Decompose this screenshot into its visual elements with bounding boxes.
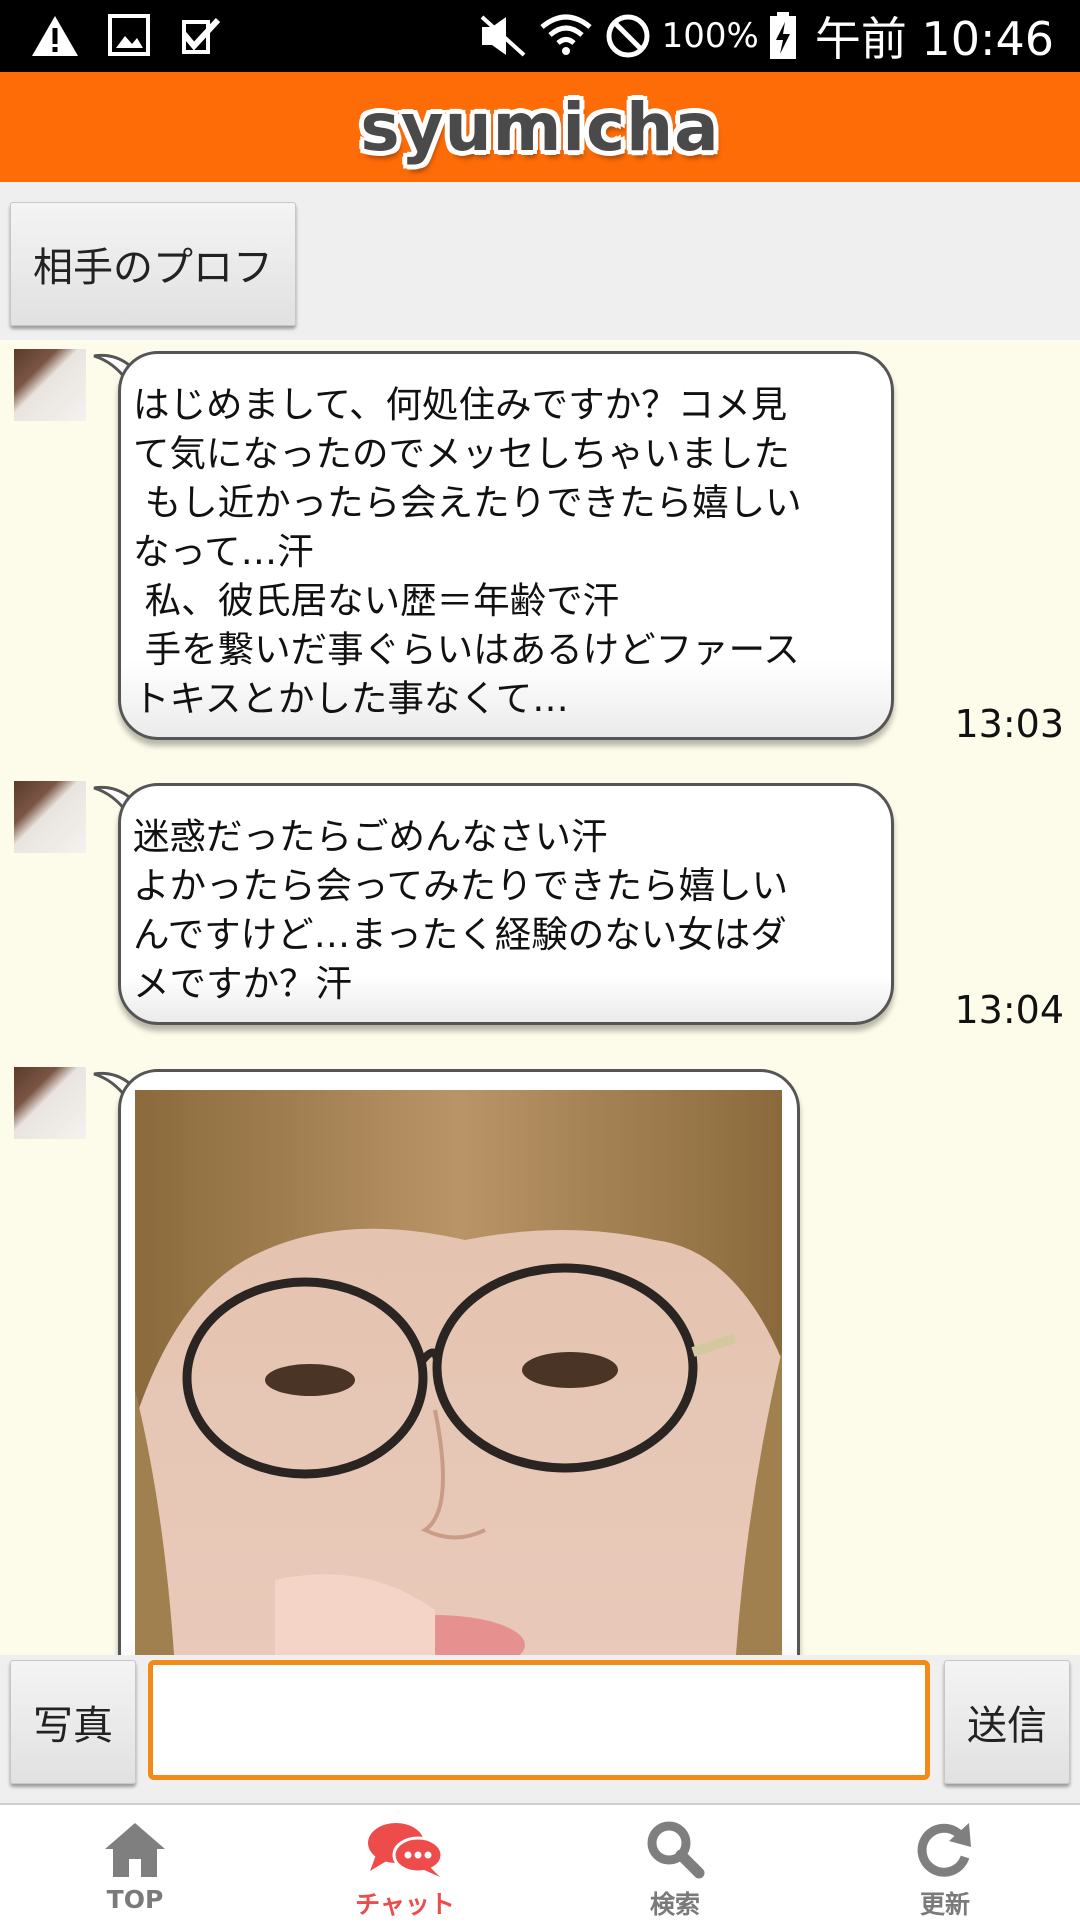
warning-icon (32, 16, 78, 56)
message-text: 私、彼氏居ない歴＝年齢で汗 (133, 579, 620, 622)
message-text: 迷惑だったらごめんなさい汗 (133, 815, 608, 858)
message-text: んですけど…まったく経験のない女はダ (133, 913, 787, 956)
message-timestamp: 13:04 (954, 988, 1064, 1032)
message-bubble: はじめまして、何処住みですか？コメ見 て気になったのでメッセしちゃいました もし… (118, 351, 894, 740)
clock: 午前 10:46 (814, 12, 1054, 66)
status-bar: 100% 午前 10:46 (0, 0, 1080, 72)
message-text: メですか？汗 (133, 962, 352, 1005)
send-button[interactable]: 送信 (944, 1660, 1070, 1784)
photo-image (135, 1090, 782, 1655)
message-text: もし近かったら会えたりできたら嬉しい (133, 481, 802, 524)
app-logo: syumicha (360, 88, 720, 166)
photo-bubble (118, 1069, 800, 1655)
message-text: なって…汗 (133, 530, 314, 573)
message-text: て気になったのでメッセしちゃいました (133, 432, 790, 475)
bottom-navigation: TOP チャット 検索 更新 (0, 1803, 1080, 1922)
message-bubble: 迷惑だったらごめんなさい汗 よかったら会ってみたりできたら嬉しい んですけど…ま… (118, 783, 894, 1025)
message-input-bar: 写真 送信 (0, 1655, 1080, 1803)
image-icon (108, 14, 150, 56)
nav-label-chat: チャット (355, 1890, 455, 1919)
nav-item-search[interactable]: 検索 (540, 1805, 810, 1922)
avatar[interactable] (14, 781, 86, 853)
avatar[interactable] (14, 349, 86, 421)
message-timestamp: 13:03 (954, 702, 1064, 746)
checkbox-icon (181, 17, 221, 54)
photo-button[interactable]: 写真 (10, 1660, 136, 1784)
chat-toolbar: 相手のプロフ (0, 182, 1080, 340)
battery-charging-icon (769, 12, 796, 59)
shared-photo[interactable] (135, 1090, 782, 1655)
battery-percentage: 100% (661, 16, 759, 56)
wifi-icon (540, 14, 592, 55)
mute-icon (480, 15, 525, 57)
message-text: トキスとかした事なくて… (133, 677, 569, 720)
message-text: よかったら会ってみたりできたら嬉しい (133, 864, 789, 907)
nav-label-refresh: 更新 (919, 1890, 970, 1919)
app-header: syumicha (0, 72, 1080, 182)
refresh-icon (917, 1823, 971, 1877)
nav-label-search: 検索 (649, 1890, 700, 1919)
chat-icon (368, 1823, 444, 1877)
block-icon (606, 14, 650, 58)
home-icon (105, 1823, 165, 1877)
partner-profile-button[interactable]: 相手のプロフ (10, 202, 296, 326)
avatar[interactable] (14, 1067, 86, 1139)
message-text: 手を繋いだ事ぐらいはあるけどファース (133, 628, 800, 671)
chat-area[interactable]: はじめまして、何処住みですか？コメ見 て気になったのでメッセしちゃいました もし… (0, 340, 1080, 1655)
nav-label-top: TOP (106, 1885, 164, 1914)
nav-item-top[interactable]: TOP (0, 1805, 270, 1922)
message-input[interactable] (148, 1660, 930, 1780)
nav-item-chat[interactable]: チャット (270, 1805, 540, 1922)
message-text: はじめまして、何処住みですか？コメ見 (133, 383, 788, 426)
search-icon (647, 1821, 705, 1879)
nav-item-refresh[interactable]: 更新 (810, 1805, 1080, 1922)
